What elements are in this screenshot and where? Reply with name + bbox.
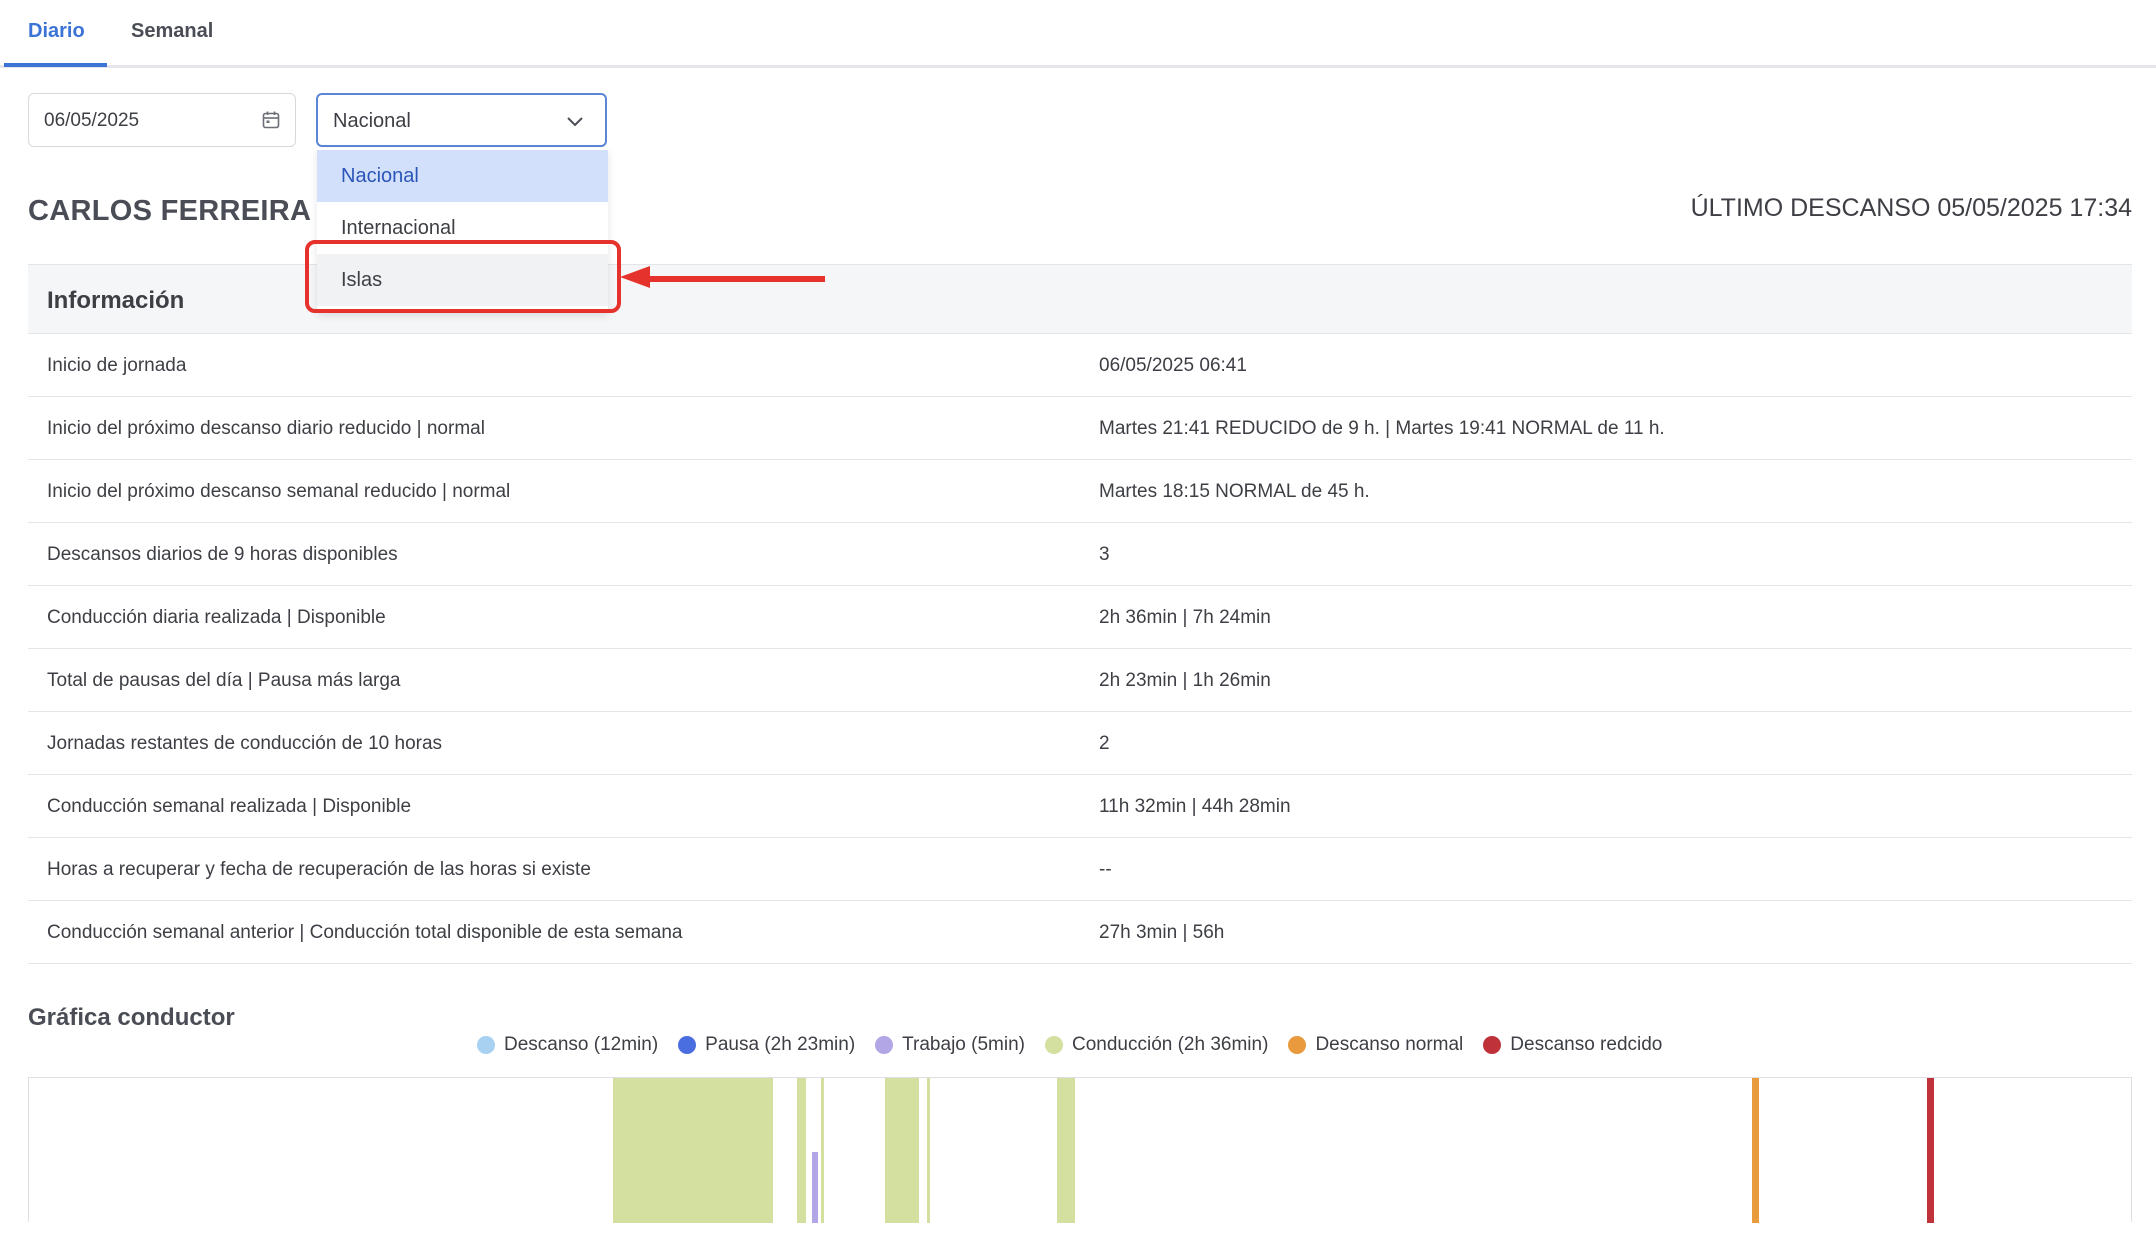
row-label: Descansos diarios de 9 horas disponibles — [47, 544, 398, 565]
row-label: Inicio del próximo descanso diario reduc… — [47, 418, 485, 439]
legend-dot — [1288, 1036, 1307, 1054]
row-value: 2h 23min | 1h 26min — [1099, 670, 1271, 691]
date-value: 06/05/2025 — [44, 110, 140, 131]
row-value: 11h 32min | 44h 28min — [1099, 796, 1291, 817]
legend-dot — [1044, 1036, 1063, 1054]
table-row: Conducción semanal realizada | Disponibl… — [28, 775, 2132, 838]
calendar-icon[interactable] — [261, 110, 281, 130]
annotation-arrow-icon — [620, 266, 825, 288]
legend-label: Descanso normal — [1315, 1034, 1464, 1055]
row-label: Inicio de jornada — [47, 355, 187, 376]
option-nacional[interactable]: Nacional — [317, 150, 608, 202]
legend-label: Descanso redcido — [1510, 1034, 1663, 1055]
table-row: Descansos diarios de 9 horas disponibles… — [28, 523, 2132, 586]
row-label: Total de pausas del día | Pausa más larg… — [47, 670, 401, 691]
active-tab-indicator — [4, 63, 107, 67]
row-value: 27h 3min | 56h — [1099, 922, 1225, 943]
row-label: Conducción diaria realizada | Disponible — [47, 607, 386, 628]
table-row: Jornadas restantes de conducción de 10 h… — [28, 712, 2132, 775]
row-label: Horas a recuperar y fecha de recuperació… — [47, 859, 591, 880]
table-row: Inicio del próximo descanso semanal redu… — [28, 460, 2132, 523]
last-rest-label: ÚLTIMO DESCANSO 05/05/2025 17:34 — [1690, 194, 2132, 222]
table-row: Conducción diaria realizada | Disponible… — [28, 586, 2132, 649]
row-value: 3 — [1099, 544, 1110, 565]
chart-title: Gráfica conductor — [28, 1004, 235, 1031]
chevron-down-icon — [567, 117, 583, 127]
chart-bar-conduccion — [613, 1078, 773, 1223]
legend-dot — [678, 1036, 697, 1054]
legend-dot — [477, 1036, 495, 1054]
driver-activity-chart — [28, 1077, 2132, 1223]
row-value: -- — [1099, 859, 1112, 880]
row-value: 2h 36min | 7h 24min — [1099, 607, 1271, 628]
annotation-highlight-box — [305, 240, 621, 313]
table-row: Horas a recuperar y fecha de recuperació… — [28, 838, 2132, 901]
chart-bar-conduccion — [885, 1078, 919, 1223]
row-label: Conducción semanal anterior | Conducción… — [47, 922, 683, 943]
row-label: Inicio del próximo descanso semanal redu… — [47, 481, 511, 502]
chart-bar-trabajo — [812, 1152, 818, 1223]
chart-bar-conduccion — [927, 1078, 930, 1223]
legend-label: Trabajo (5min) — [902, 1034, 1025, 1055]
row-label: Conducción semanal realizada | Disponibl… — [47, 796, 412, 817]
row-value: Martes 21:41 REDUCIDO de 9 h. | Martes 1… — [1099, 418, 1665, 439]
tab-semanal[interactable]: Semanal — [131, 20, 213, 43]
table-row: Inicio de jornada 06/05/2025 06:41 — [28, 334, 2132, 397]
info-table: Inicio de jornada 06/05/2025 06:41 Inicio… — [28, 334, 2132, 964]
legend-item-pausa[interactable]: Pausa (2h 23min) — [678, 1034, 855, 1056]
chart-bar-conduccion — [821, 1078, 824, 1223]
legend-dot — [875, 1036, 894, 1054]
tab-bar: Diario Semanal — [0, 0, 2156, 68]
chart-bar-descanso-normal — [1752, 1078, 1759, 1223]
row-value: Martes 18:15 NORMAL de 45 h. — [1099, 481, 1370, 502]
table-row: Conducción semanal anterior | Conducción… — [28, 901, 2132, 964]
legend-item-descanso[interactable]: Descanso (12min) — [477, 1034, 658, 1056]
info-title: Información — [47, 287, 185, 314]
table-row: Inicio del próximo descanso diario reduc… — [28, 397, 2132, 460]
table-row: Total de pausas del día | Pausa más larg… — [28, 649, 2132, 712]
row-label: Jornadas restantes de conducción de 10 h… — [47, 733, 443, 754]
chart-bar-conduccion — [797, 1078, 806, 1223]
legend-label: Conducción (2h 36min) — [1071, 1034, 1269, 1055]
chart-bar-descanso-reducido — [1927, 1078, 1934, 1223]
legend-label: Pausa (2h 23min) — [705, 1034, 856, 1055]
row-value: 2 — [1099, 733, 1110, 754]
legend-item-conduccion[interactable]: Conducción (2h 36min) — [1044, 1034, 1269, 1056]
region-select-value: Nacional — [333, 110, 411, 132]
legend-item-trabajo[interactable]: Trabajo (5min) — [875, 1034, 1025, 1056]
tab-diario[interactable]: Diario — [28, 20, 85, 43]
row-value: 06/05/2025 06:41 — [1099, 355, 1247, 376]
legend-dot — [1483, 1036, 1502, 1054]
legend-item-descanso-reducido[interactable]: Descanso redcido — [1483, 1034, 1662, 1056]
chart-bar-conduccion — [1057, 1078, 1075, 1223]
region-select[interactable]: Nacional — [316, 93, 607, 147]
date-field[interactable]: 06/05/2025 — [28, 93, 296, 147]
chart-legend: Descanso (12min) Pausa (2h 23min) Trabaj… — [477, 1030, 1662, 1060]
legend-label: Descanso (12min) — [504, 1034, 659, 1055]
driver-name: CARLOS FERREIRA E — [28, 195, 339, 227]
legend-item-descanso-normal[interactable]: Descanso normal — [1288, 1034, 1463, 1056]
